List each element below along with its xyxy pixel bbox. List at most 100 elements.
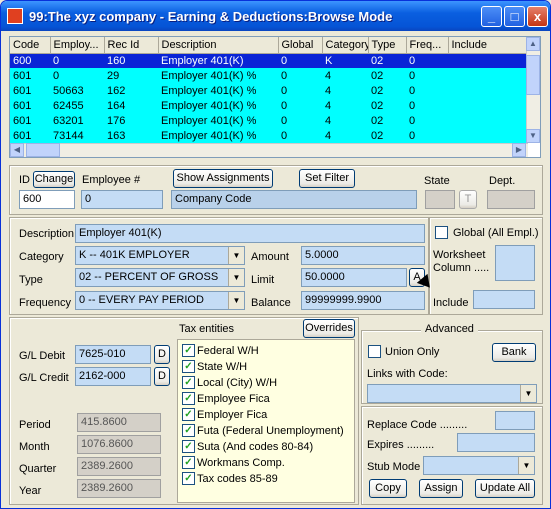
gl-debit-field[interactable]: 7625-010 <box>75 345 151 364</box>
employee-field[interactable]: 0 <box>81 190 163 209</box>
overrides-button[interactable]: Overrides <box>303 319 355 338</box>
col-header-include[interactable]: Include <box>448 37 535 54</box>
col-header-code[interactable]: Code <box>10 37 51 54</box>
grid-horizontal-scrollbar[interactable]: ◀ ▶ <box>10 143 528 157</box>
copy-button[interactable]: Copy <box>369 479 407 498</box>
list-item[interactable]: ✓ Employee Fica <box>182 392 270 408</box>
grid-vertical-scrollbar[interactable]: ▲ ▼ <box>526 37 540 143</box>
limit-field[interactable]: 50.0000 <box>301 268 407 287</box>
cell: 02 <box>371 84 384 97</box>
list-item[interactable]: ✓ Futa (Federal Unemployment) <box>182 424 344 440</box>
worksheet-field[interactable] <box>495 245 535 281</box>
list-item[interactable]: ✓ Suta (And codes 80-84) <box>182 440 313 456</box>
show-assignments-button[interactable]: Show Assignments <box>173 169 273 188</box>
list-item[interactable]: ✓ Workmans Comp. <box>182 456 285 472</box>
chevron-down-icon[interactable]: ▼ <box>518 457 534 474</box>
stub-mode-dropdown[interactable]: ▼ <box>423 456 535 475</box>
stub-mode-label: Stub Mode <box>367 461 421 473</box>
col-header-employee[interactable]: Employ... <box>50 37 105 54</box>
table-row[interactable]: 601 62455 164 Employer 401(K) % 0 4 02 0 <box>10 98 534 113</box>
cell: 0 <box>409 114 416 127</box>
cell: 163 <box>107 129 126 142</box>
col-header-type[interactable]: Type <box>368 37 407 54</box>
records-grid[interactable]: Code Employ... Rec Id Description Global… <box>9 36 541 158</box>
title-bar[interactable]: 99:The xyz company - Earning & Deduction… <box>1 1 550 31</box>
bank-button[interactable]: Bank <box>492 343 536 362</box>
union-only-checkbox[interactable] <box>368 345 381 358</box>
set-filter-button[interactable]: Set Filter <box>299 169 355 188</box>
check-icon[interactable]: ✓ <box>182 424 195 437</box>
chevron-down-icon[interactable]: ▼ <box>228 292 244 309</box>
scroll-thumb[interactable] <box>26 143 60 157</box>
tax-entities-label: Tax entities <box>179 323 235 335</box>
state-label: State <box>424 175 450 187</box>
state-field[interactable] <box>425 190 455 209</box>
check-icon[interactable]: ✓ <box>182 408 195 421</box>
maximize-button[interactable]: □ <box>504 6 525 27</box>
app-icon <box>7 8 23 24</box>
cell: 0 <box>281 54 288 67</box>
links-with-code-dropdown[interactable]: ▼ <box>367 384 537 403</box>
balance-field[interactable]: 99999999.9900 <box>301 291 425 310</box>
table-row[interactable]: 601 73144 163 Employer 401(K) % 0 4 02 0 <box>10 128 534 143</box>
check-icon[interactable]: ✓ <box>182 472 195 485</box>
category-dropdown[interactable]: K -- 401K EMPLOYER ▼ <box>75 246 245 265</box>
global-checkbox[interactable] <box>435 226 448 239</box>
dept-label: Dept. <box>489 175 516 187</box>
col-header-rec-id[interactable]: Rec Id <box>104 37 159 54</box>
company-code-field[interactable]: Company Code <box>171 190 417 209</box>
amount-label: Amount <box>251 251 289 263</box>
replace-code-field[interactable] <box>495 411 535 430</box>
description-field[interactable]: Employer 401(K) <box>75 224 425 243</box>
check-icon[interactable]: ✓ <box>182 344 195 357</box>
check-icon[interactable]: ✓ <box>182 440 195 453</box>
cell: 164 <box>107 99 126 112</box>
id-field[interactable]: 600 <box>19 190 75 209</box>
type-dropdown[interactable]: 02 -- PERCENT OF GROSS ▼ <box>75 268 245 287</box>
frequency-dropdown[interactable]: 0 -- EVERY PAY PERIOD ▼ <box>75 291 245 310</box>
table-row[interactable]: 601 50663 162 Employer 401(K) % 0 4 02 0 <box>10 83 534 98</box>
table-row[interactable]: 601 0 29 Employer 401(K) % 0 4 02 0 <box>10 68 534 83</box>
table-row[interactable]: 600 0 160 Employer 401(K) 0 K 02 0 <box>10 53 534 68</box>
replace-code-label: Replace Code ......... <box>367 419 468 431</box>
check-icon[interactable]: ✓ <box>182 456 195 469</box>
scroll-right-icon[interactable]: ▶ <box>512 143 526 157</box>
list-item-label: State W/H <box>197 360 248 373</box>
amount-field[interactable]: 5.0000 <box>301 246 425 265</box>
minimize-button[interactable]: _ <box>481 6 502 27</box>
dept-field[interactable] <box>487 190 535 209</box>
col-header-global[interactable]: Global <box>278 37 323 54</box>
col-header-category[interactable]: Category <box>322 37 369 54</box>
col-header-frequency[interactable]: Freq... <box>406 37 449 54</box>
scroll-up-icon[interactable]: ▲ <box>526 37 540 51</box>
update-all-button[interactable]: Update All <box>475 479 535 498</box>
list-item[interactable]: ✓ Federal W/H <box>182 344 259 360</box>
list-item[interactable]: ✓ Local (City) W/H <box>182 376 277 392</box>
check-icon[interactable]: ✓ <box>182 392 195 405</box>
cell: 0 <box>281 99 288 112</box>
list-item[interactable]: ✓ Employer Fica <box>182 408 267 424</box>
gl-credit-field[interactable]: 2162-000 <box>75 367 151 386</box>
cell <box>448 128 534 143</box>
scroll-thumb[interactable] <box>526 55 540 95</box>
assign-button[interactable]: Assign <box>419 479 463 498</box>
scroll-down-icon[interactable]: ▼ <box>526 129 540 143</box>
chevron-down-icon[interactable]: ▼ <box>520 385 536 402</box>
include-field[interactable] <box>473 290 535 309</box>
check-icon[interactable]: ✓ <box>182 360 195 373</box>
quarter-field: 2389.2600 <box>77 457 161 476</box>
gl-credit-button[interactable]: D <box>154 367 170 386</box>
table-row[interactable]: 601 63201 176 Employer 401(K) % 0 4 02 0 <box>10 113 534 128</box>
change-button[interactable]: Change <box>33 171 75 188</box>
gl-debit-button[interactable]: D <box>154 345 170 364</box>
chevron-down-icon[interactable]: ▼ <box>228 269 244 286</box>
list-item[interactable]: ✓ Tax codes 85-89 <box>182 472 278 488</box>
scroll-left-icon[interactable]: ◀ <box>10 143 24 157</box>
expires-field[interactable] <box>457 433 535 452</box>
chevron-down-icon[interactable]: ▼ <box>228 247 244 264</box>
state-lookup-button[interactable]: T <box>459 190 477 209</box>
list-item[interactable]: ✓ State W/H <box>182 360 247 376</box>
close-button[interactable]: x <box>527 6 548 27</box>
check-icon[interactable]: ✓ <box>182 376 195 389</box>
col-header-description[interactable]: Description <box>158 37 279 54</box>
